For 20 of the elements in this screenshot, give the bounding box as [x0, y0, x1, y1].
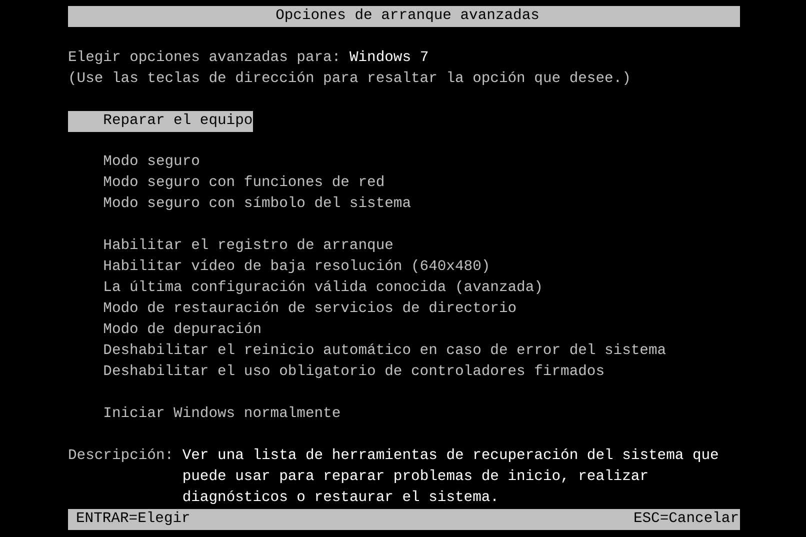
boot-option[interactable]: Reparar el equipo	[68, 110, 253, 132]
prompt-label: Elegir opciones avanzadas para:	[68, 48, 342, 68]
boot-option[interactable]: Modo de restauración de servicios de directorio	[68, 299, 517, 320]
boot-option[interactable]: Iniciar Windows normalmente	[68, 404, 341, 426]
boot-option[interactable]: La última configuración válida conocida (avanzada)	[68, 278, 543, 300]
boot-option[interactable]: Habilitar el registro de arranque	[68, 236, 394, 258]
os-name: Windows 7	[349, 48, 429, 68]
description-text: Ver una lista de herramientas de recuperación del sistema que puede usar para reparar problemas de inicio, realizar diagnósticos o restaurar el sistema.	[182, 446, 720, 508]
hint-text: (Use las teclas de dirección para resaltar la opción que desee.)	[68, 70, 631, 89]
boot-option[interactable]: Modo de depuración	[68, 320, 262, 342]
screen-title: Opciones de arranque avanzadas	[276, 7, 540, 26]
boot-option[interactable]: Modo seguro con símbolo del sistema	[68, 194, 412, 216]
boot-option[interactable]: Habilitar vídeo de baja resolución (640x480)	[68, 257, 490, 278]
boot-option[interactable]: Deshabilitar el reinicio automático en caso de error del sistema	[68, 341, 666, 362]
enter-hint: ENTRAR=Elegir	[76, 510, 190, 529]
boot-option[interactable]: Modo seguro	[68, 152, 200, 174]
description-label: Descripción:	[68, 446, 175, 466]
boot-option[interactable]: Modo seguro con funciones de red	[68, 173, 385, 194]
boot-option[interactable]: Deshabilitar el uso obligatorio de controladores firmados	[68, 362, 604, 384]
escape-hint: ESC=Cancelar	[633, 510, 739, 529]
